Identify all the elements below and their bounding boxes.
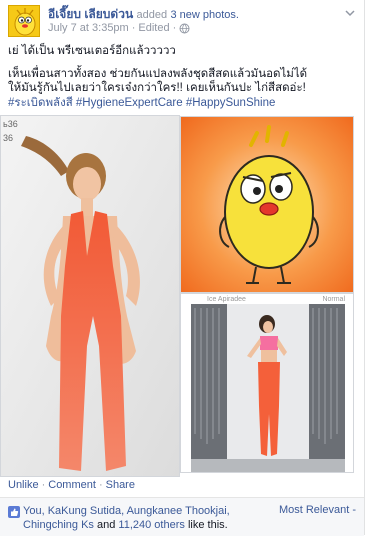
comment-link[interactable]: Comment <box>48 479 96 491</box>
photo-post: อีเจี๊ยบ เลียบด่วน added 3 new photos. J… <box>0 0 365 536</box>
public-globe-icon[interactable] <box>179 23 190 34</box>
meta-separator: · <box>131 22 136 34</box>
likes-bar: You, KaKung Sutida, Aungkanee Thookjai, … <box>0 497 364 536</box>
chevron-down-icon[interactable] <box>345 8 355 18</box>
model-jumpsuit-image <box>1 116 179 476</box>
post-action-text: added <box>136 9 168 21</box>
post-actions: Unlike · Comment · Share <box>8 479 135 491</box>
model-boutique-image <box>181 294 353 472</box>
photo-caption-left: Ice Apiradee <box>207 296 246 303</box>
action-separator: · <box>98 479 103 491</box>
share-link[interactable]: Share <box>106 479 135 491</box>
likes-tail: like this. <box>187 519 228 531</box>
post-text-line-3: ให้มันรู้กันไปเลยว่าใครเจ๋งกว่าใคร!! เคย… <box>8 82 306 94</box>
likes-and: and <box>97 519 116 531</box>
author-avatar[interactable] <box>8 5 40 37</box>
comment-sort-dropdown[interactable]: Most Relevant - <box>279 504 356 516</box>
thumbs-up-icon <box>8 506 20 518</box>
photo-overlay-text-2: 36 <box>3 133 14 143</box>
post-text-line-2: เห็นเพื่อนสาวทั้งสอง ช่วยกันแปลงพลังชุดส… <box>8 68 308 80</box>
photo-caption-right: Normal <box>322 296 345 303</box>
photos-link[interactable]: 3 new photos. <box>170 9 239 21</box>
edited-link[interactable]: Edited <box>138 22 169 34</box>
meta-separator-2: · <box>172 22 177 34</box>
post-meta: July 7 at 3:35pm · Edited · <box>48 22 190 34</box>
post-hashtags[interactable]: #ระเบิดพลังสี #HygieneExpertCare #HappyS… <box>8 96 358 110</box>
chick-avatar-icon <box>9 6 39 36</box>
post-text-line-1: เย่ ได้เป็น พรีเซนเตอร์อีกแล้ววววว <box>8 45 176 57</box>
photo-model-jumpsuit[interactable]: ь36 36 <box>0 115 180 477</box>
likes-you[interactable]: You, <box>23 505 45 517</box>
likes-others-link[interactable]: 11,240 others <box>118 519 184 531</box>
chick-cartoon-image <box>181 117 353 292</box>
timestamp-link[interactable]: July 7 at 3:35pm <box>48 22 129 34</box>
action-separator: · <box>41 479 46 491</box>
photo-model-boutique[interactable]: Ice Apiradee Normal <box>180 293 354 473</box>
photo-overlay-text-1: ь36 <box>3 119 18 129</box>
likes-summary: You, KaKung Sutida, Aungkanee Thookjai, … <box>23 504 283 532</box>
photo-chick-cartoon[interactable] <box>180 116 354 293</box>
author-name[interactable]: อีเจี๊ยบ เลียบด่วน <box>48 7 133 21</box>
unlike-link[interactable]: Unlike <box>8 479 39 491</box>
